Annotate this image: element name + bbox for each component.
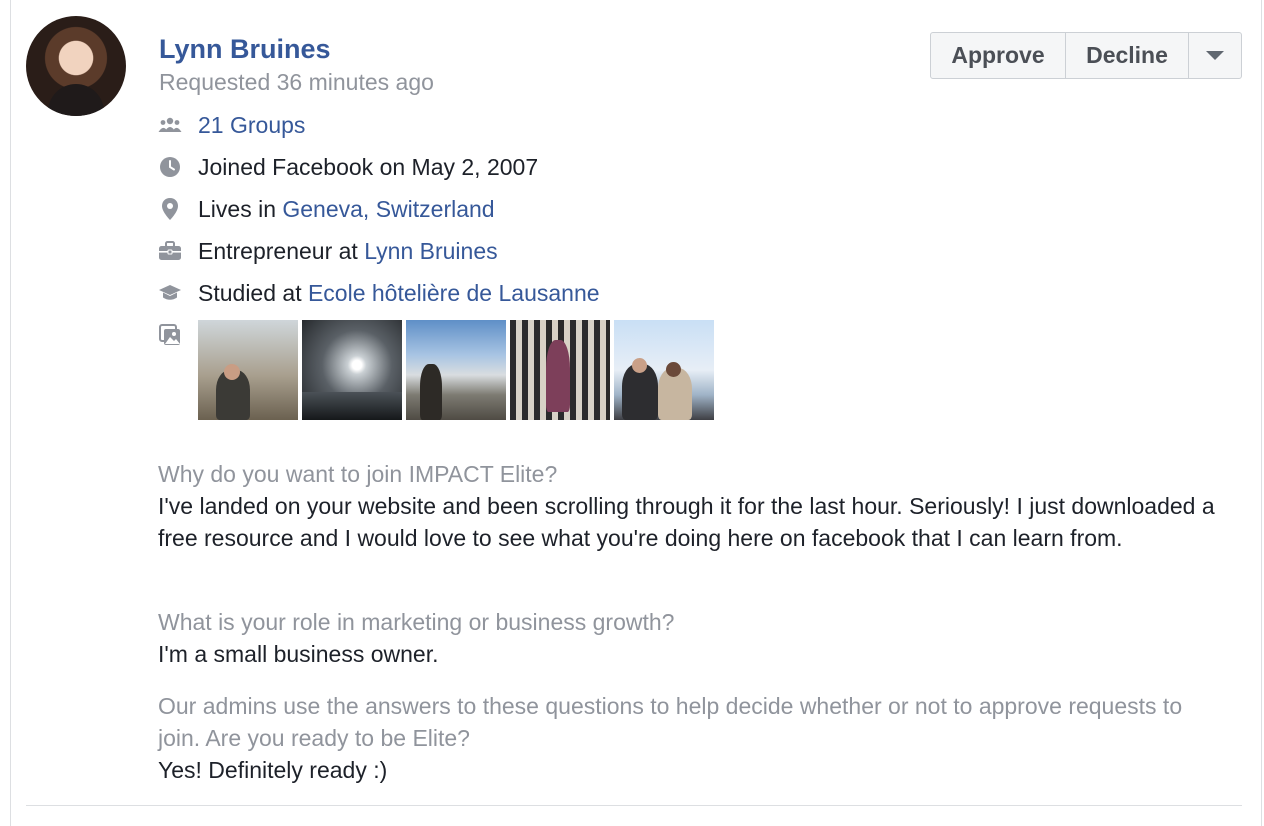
photo-thumbnail[interactable] <box>614 320 714 420</box>
graduation-cap-icon <box>158 281 182 305</box>
question-label: Our admins use the answers to these ques… <box>158 693 1183 751</box>
lives-prefix: Lives in <box>198 195 283 222</box>
info-education: Studied at Ecole hôtelière de Lausanne <box>158 278 600 308</box>
divider <box>26 805 1242 806</box>
groups-link[interactable]: 21 Groups <box>198 112 305 139</box>
chevron-down-icon <box>1206 51 1224 60</box>
photos-icon <box>158 323 182 347</box>
info-photos <box>158 320 198 350</box>
work-prefix: Entrepreneur at <box>198 237 365 264</box>
location-pin-icon <box>158 197 182 221</box>
answer-text: I'm a small business owner. <box>158 641 439 667</box>
question-label: Why do you want to join IMPACT Elite? <box>158 461 558 487</box>
location-link[interactable]: Geneva, Switzerland <box>282 196 494 223</box>
groups-icon <box>158 113 182 137</box>
decline-button[interactable]: Decline <box>1066 33 1189 78</box>
photo-thumbnail[interactable] <box>198 320 298 420</box>
info-location: Lives in Geneva, Switzerland <box>158 194 495 224</box>
photo-thumbnail[interactable] <box>406 320 506 420</box>
answer-text: I've landed on your website and been scr… <box>158 493 1215 551</box>
info-joined: Joined Facebook on May 2, 2007 <box>158 152 538 182</box>
info-groups: 21 Groups <box>158 110 305 140</box>
joined-text: Joined Facebook on May 2, 2007 <box>198 153 539 180</box>
photo-strip <box>198 320 714 420</box>
answer-text: Yes! Definitely ready :) <box>158 757 388 783</box>
member-name-link[interactable]: Lynn Bruines <box>159 34 331 65</box>
info-work: Entrepreneur at Lynn Bruines <box>158 236 498 266</box>
study-prefix: Studied at <box>198 279 308 306</box>
approve-button[interactable]: Approve <box>931 33 1066 78</box>
photo-thumbnail[interactable] <box>510 320 610 420</box>
request-actions: Approve Decline <box>930 32 1242 79</box>
clock-icon <box>158 155 182 179</box>
avatar-shirt <box>48 84 104 116</box>
workplace-link[interactable]: Lynn Bruines <box>364 238 497 265</box>
more-options-button[interactable] <box>1189 33 1241 78</box>
question-label: What is your role in marketing or busine… <box>158 609 675 635</box>
photo-thumbnail[interactable] <box>302 320 402 420</box>
briefcase-icon <box>158 239 182 263</box>
profile-avatar[interactable] <box>26 16 126 116</box>
request-time: Requested 36 minutes ago <box>159 69 434 95</box>
school-link[interactable]: Ecole hôtelière de Lausanne <box>308 280 600 307</box>
